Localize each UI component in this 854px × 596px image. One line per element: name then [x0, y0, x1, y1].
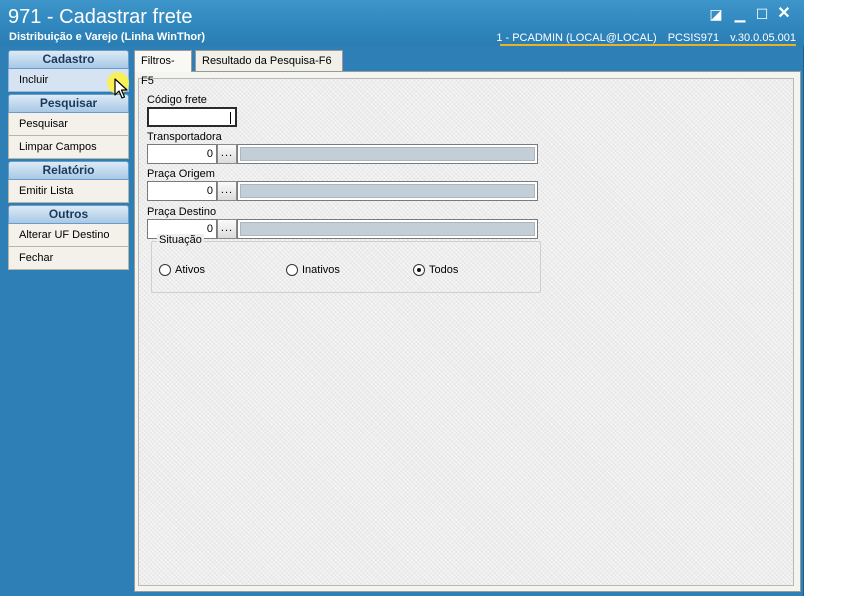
transportadora-search-button[interactable]: ... [217, 144, 237, 164]
situacao-label: Situação [157, 234, 204, 246]
group-header-outros[interactable]: Outros [8, 205, 129, 224]
status-routine: PCSIS971 [667, 32, 720, 44]
restore-icon[interactable]: ◪ [708, 6, 724, 22]
radio-inativos-circle[interactable] [286, 264, 298, 276]
radio-inativos-label: Inativos [302, 264, 340, 276]
app-window: 971 - Cadastrar frete Distribuição e Var… [0, 0, 804, 596]
close-icon[interactable]: ✕ [776, 6, 792, 22]
tab-resultado-pesquisa[interactable]: Resultado da Pesquisa-F6 [195, 50, 343, 71]
group-relatorio: Relatório Emitir Lista [8, 161, 130, 203]
radio-todos-label: Todos [429, 264, 459, 276]
mouse-pointer-icon [114, 78, 128, 99]
title-bar: 971 - Cadastrar frete Distribuição e Var… [0, 0, 804, 46]
codigo-frete-label: Código frete [147, 94, 207, 106]
codigo-frete-input[interactable] [147, 107, 237, 127]
text-caret [230, 112, 231, 124]
pesquisar-button[interactable]: Pesquisar [8, 113, 129, 136]
transportadora-code-input[interactable]: 0 [147, 144, 217, 164]
transportadora-description [237, 144, 538, 164]
radio-ativos[interactable]: Ativos [159, 264, 205, 278]
status-version: v.30.0.05.001 [730, 32, 796, 44]
radio-ativos-label: Ativos [175, 264, 205, 276]
group-header-relatorio[interactable]: Relatório [8, 161, 129, 180]
window-title: 971 - Cadastrar frete [8, 6, 193, 28]
praca-origem-label: Praça Origem [147, 168, 215, 180]
group-pesquisar: Pesquisar Pesquisar Limpar Campos [8, 94, 130, 159]
sidebar: Cadastro Incluir Pesquisar Pesquisar Lim… [8, 50, 130, 590]
window-subtitle: Distribuição e Varejo (Linha WinThor) [9, 31, 206, 43]
status-user: 1 - PCADMIN (LOCAL@LOCAL) [496, 32, 657, 44]
situacao-group: Situação Ativos Inativos Todos [151, 234, 541, 293]
minimize-icon[interactable]: ▁ [732, 6, 748, 22]
praca-origem-description [237, 181, 538, 201]
praca-destino-description [237, 219, 538, 239]
radio-inativos[interactable]: Inativos [286, 264, 340, 278]
radio-todos[interactable]: Todos [413, 264, 458, 278]
status-info: 1 - PCADMIN (LOCAL@LOCAL) PCSIS971 v.30.… [488, 32, 796, 44]
group-outros: Outros Alterar UF Destino Fechar [8, 205, 130, 270]
transportadora-label: Transportadora [147, 131, 222, 143]
fechar-button[interactable]: Fechar [8, 247, 129, 270]
limpar-campos-button[interactable]: Limpar Campos [8, 136, 129, 159]
filters-panel: Código frete Transportadora 0 ... Praça … [138, 78, 794, 586]
radio-ativos-circle[interactable] [159, 264, 171, 276]
status-underline [500, 44, 796, 46]
praca-origem-code-input[interactable]: 0 [147, 181, 217, 201]
radio-todos-circle[interactable] [413, 264, 425, 276]
tab-content: Código frete Transportadora 0 ... Praça … [134, 71, 801, 592]
praca-destino-search-button[interactable]: ... [217, 219, 237, 239]
praca-origem-search-button[interactable]: ... [217, 181, 237, 201]
emitir-lista-button[interactable]: Emitir Lista [8, 180, 129, 203]
praca-destino-label: Praça Destino [147, 206, 217, 218]
group-header-pesquisar[interactable]: Pesquisar [8, 94, 129, 113]
maximize-icon[interactable]: ☐ [754, 6, 770, 22]
alterar-uf-destino-button[interactable]: Alterar UF Destino [8, 224, 129, 247]
group-header-cadastro[interactable]: Cadastro [8, 50, 129, 69]
tab-filtros[interactable]: Filtros-F5 [134, 50, 192, 87]
